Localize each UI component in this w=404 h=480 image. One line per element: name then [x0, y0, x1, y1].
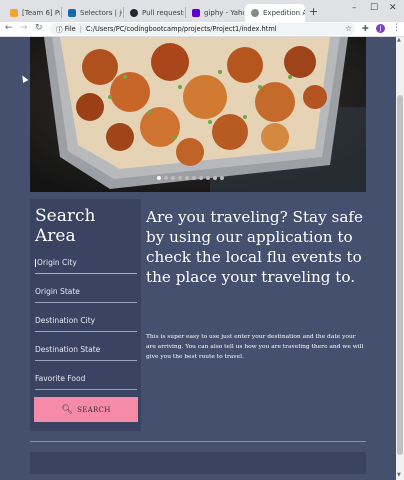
search-title: Search Area: [35, 206, 96, 246]
carousel-indicator[interactable]: [185, 176, 189, 180]
info-headline: Are you traveling? Stay safe by using ou…: [146, 208, 363, 286]
food-carousel[interactable]: [30, 37, 366, 192]
carousel-indicator[interactable]: [171, 176, 175, 180]
destination-city-input[interactable]: Destination City: [35, 313, 137, 332]
destination-state-placeholder: Destination State: [35, 345, 101, 354]
github-icon: [130, 9, 138, 17]
carousel-indicator[interactable]: [220, 176, 224, 180]
tab-team6[interactable]: [Team 6] Proj: [4, 4, 60, 22]
yahoo-icon: [192, 9, 200, 17]
minimize-icon[interactable]: –: [352, 3, 357, 13]
url-field[interactable]: ⓘ File | C:/Users/PC/codingbootcamp/proj…: [50, 23, 355, 35]
docs-icon: [10, 9, 18, 17]
tab-selectors[interactable]: Selectors | jQ: [62, 4, 122, 22]
tab-giphy[interactable]: giphy - Yahoo: [186, 4, 244, 22]
search-button-label: SEARCH: [77, 405, 111, 414]
search-icon: 🔍︎: [61, 404, 74, 415]
favorite-food-placeholder: Favorite Food: [35, 374, 86, 383]
origin-state-input[interactable]: Origin State: [35, 284, 137, 303]
url-separator: |: [79, 25, 82, 33]
carousel-food-image: [30, 37, 366, 192]
origin-state-placeholder: Origin State: [35, 287, 80, 296]
info-icon[interactable]: ⓘ: [56, 24, 65, 34]
tab-title: Expedition A: [263, 9, 305, 17]
tab-pull-requests[interactable]: Pull requests: [124, 4, 184, 22]
reload-icon[interactable]: ↻: [35, 23, 43, 33]
carousel-indicator[interactable]: [199, 176, 203, 180]
carousel-indicator[interactable]: [164, 176, 168, 180]
scroll-up-icon[interactable]: ▲: [397, 37, 401, 43]
bookmark-star-icon[interactable]: ☆: [345, 24, 352, 33]
maximize-icon[interactable]: ☐: [370, 3, 378, 13]
carousel-indicators: [157, 176, 224, 180]
tab-expedition[interactable]: Expedition A ✕: [245, 4, 305, 22]
tab-title: [Team 6] Proj: [22, 9, 60, 17]
url-text: C:/Users/PC/codingbootcamp/projects/Proj…: [85, 25, 277, 33]
carousel-indicator[interactable]: [213, 176, 217, 180]
address-bar-row: ← → ↻ ⓘ File | C:/Users/PC/codingbootcam…: [0, 22, 404, 37]
extensions-icon[interactable]: ✚: [362, 24, 369, 33]
menu-icon[interactable]: ⋮: [392, 23, 401, 33]
section-divider: [30, 441, 366, 442]
globe-icon: [251, 9, 259, 17]
forward-icon[interactable]: →: [20, 23, 28, 33]
carousel-indicator[interactable]: [178, 176, 182, 180]
origin-city-placeholder: Origin City: [37, 258, 77, 267]
text-caret: [35, 259, 36, 267]
browser-tab-bar: [Team 6] Proj Selectors | jQ Pull reques…: [0, 0, 404, 22]
file-label: File: [64, 25, 76, 33]
scroll-down-icon[interactable]: ▼: [397, 472, 401, 478]
origin-city-input[interactable]: Origin City: [35, 255, 137, 274]
tab-title: Selectors | jQ: [80, 9, 122, 17]
back-icon[interactable]: ←: [5, 23, 13, 33]
window-close-icon[interactable]: ✕: [389, 3, 397, 13]
favorite-food-input[interactable]: Favorite Food: [35, 371, 137, 390]
new-tab-button[interactable]: +: [309, 5, 318, 18]
footer-bar: [30, 452, 366, 474]
scrollbar-thumb[interactable]: [397, 95, 403, 455]
carousel-indicator[interactable]: [192, 176, 196, 180]
jquery-icon: [68, 9, 76, 17]
tab-title: giphy - Yahoo: [204, 9, 244, 17]
carousel-indicator[interactable]: [157, 176, 161, 180]
tab-title: Pull requests: [142, 9, 184, 17]
search-button[interactable]: 🔍︎ SEARCH: [34, 397, 138, 422]
info-body: This is super easy to use just enter you…: [146, 334, 364, 360]
carousel-indicator[interactable]: [206, 176, 210, 180]
destination-state-input[interactable]: Destination State: [35, 342, 137, 361]
profile-avatar[interactable]: J: [376, 24, 385, 33]
destination-city-placeholder: Destination City: [35, 316, 96, 325]
